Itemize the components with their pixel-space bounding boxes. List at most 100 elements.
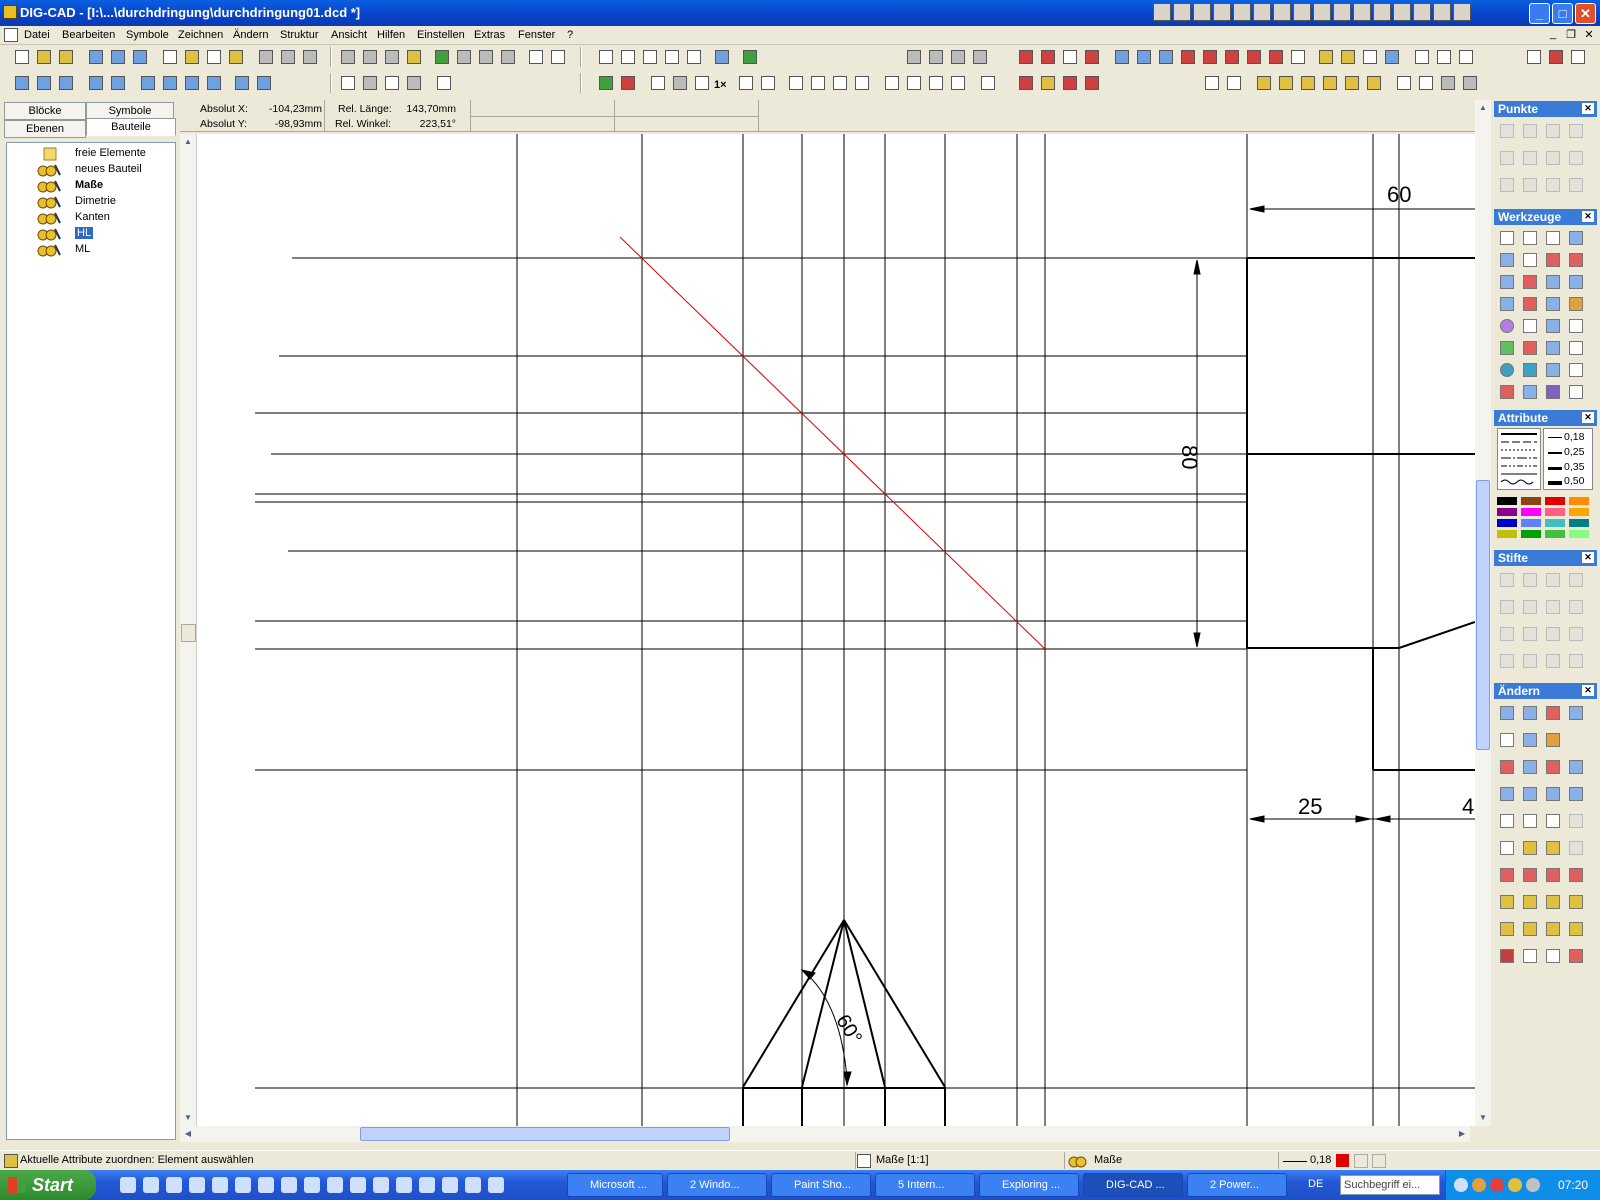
insert-icon[interactable] (1566, 382, 1586, 402)
menu-einstellen[interactable]: Einstellen (417, 29, 465, 41)
paste-icon[interactable] (382, 47, 402, 67)
line-width-option[interactable]: 0,25 (1564, 446, 1584, 458)
task-microsoft[interactable]: Microsoft ... (567, 1173, 663, 1197)
import-icon[interactable] (182, 47, 202, 67)
copy-icon[interactable] (360, 47, 380, 67)
tile-icon[interactable] (1434, 47, 1454, 67)
modify-tool-icon[interactable] (1520, 811, 1540, 831)
book-icon[interactable] (160, 47, 180, 67)
edit-2-icon[interactable] (1520, 250, 1540, 270)
select-icon[interactable] (338, 73, 358, 93)
part-6-icon[interactable] (1364, 73, 1384, 93)
view-4-icon[interactable] (948, 73, 968, 93)
paint-icon[interactable] (1038, 73, 1058, 93)
scroll-thumb[interactable] (360, 1127, 730, 1141)
line-width-selector[interactable]: 0,18 0,25 0,35 0,50 (1543, 428, 1593, 490)
arc-icon[interactable] (1497, 338, 1517, 358)
modify-tool-icon[interactable] (1543, 730, 1563, 750)
array-icon[interactable] (1222, 47, 1242, 67)
modify-tool-icon[interactable] (1497, 946, 1517, 966)
select-all-icon[interactable] (360, 73, 380, 93)
hatch-icon[interactable] (1360, 47, 1380, 67)
line-width-option[interactable]: 0,35 (1564, 461, 1584, 473)
modify-tool-icon[interactable] (1543, 757, 1563, 777)
edit-part-icon[interactable] (1224, 73, 1244, 93)
zoom-2-icon[interactable] (808, 73, 828, 93)
modify-tool-icon[interactable] (1543, 892, 1563, 912)
modify-tool-icon[interactable] (1520, 784, 1540, 804)
text-style-icon[interactable] (1060, 73, 1080, 93)
axis-icon[interactable] (618, 47, 638, 67)
part-2-icon[interactable] (1276, 73, 1296, 93)
measure-icon[interactable] (434, 73, 454, 93)
ellipse-icon[interactable] (1497, 360, 1517, 380)
mail-icon[interactable] (226, 47, 246, 67)
stretch-tool-icon[interactable] (1566, 338, 1586, 358)
layer-down-icon[interactable] (34, 73, 54, 93)
eraser-icon[interactable] (1543, 228, 1563, 248)
drawing-canvas[interactable]: 60 80 25 4 60° (197, 134, 1475, 1126)
context-help-icon[interactable] (1524, 47, 1544, 67)
quicklaunch-icon[interactable] (419, 1177, 435, 1193)
step-in-icon[interactable] (526, 47, 546, 67)
color-swatch[interactable] (1521, 497, 1541, 505)
move-icon[interactable] (1156, 47, 1176, 67)
modify-tool-icon[interactable] (1497, 703, 1517, 723)
chart-tool-icon[interactable] (1060, 47, 1080, 67)
search-input[interactable]: Suchbegriff ei... (1340, 1175, 1440, 1195)
cancel-icon[interactable] (476, 47, 496, 67)
modify-tool-icon[interactable] (1520, 919, 1540, 939)
maximize-button[interactable]: □ (1552, 3, 1573, 24)
zoom-4-icon[interactable] (852, 73, 872, 93)
task-internet[interactable]: 5 Intern... (875, 1173, 975, 1197)
menu-help[interactable]: ? (567, 29, 573, 41)
info-icon[interactable] (1568, 47, 1588, 67)
menu-aendern[interactable]: Ändern (233, 29, 268, 41)
columns-icon[interactable] (182, 73, 202, 93)
status-layer[interactable]: Maße [1:1] (876, 1154, 929, 1166)
circle-icon[interactable] (1497, 316, 1517, 336)
mdi-restore-button[interactable]: ❐ (1564, 28, 1578, 42)
extend-icon[interactable] (1266, 47, 1286, 67)
part-tool-icon[interactable] (1394, 73, 1414, 93)
arrow-right-icon[interactable] (86, 73, 106, 93)
task-paint-shop[interactable]: Paint Sho... (771, 1173, 871, 1197)
part-3-icon[interactable] (1298, 73, 1318, 93)
window-icon[interactable] (1412, 47, 1432, 67)
part-4-icon[interactable] (1320, 73, 1340, 93)
scroll-down-icon[interactable]: ▼ (1475, 1110, 1491, 1126)
menu-symbole[interactable]: Symbole (126, 29, 169, 41)
trim-icon[interactable] (1244, 47, 1264, 67)
status-line-width[interactable]: 0,18 (1310, 1154, 1331, 1166)
task-powerpoint[interactable]: 2 Power... (1187, 1173, 1287, 1197)
task-windows[interactable]: 2 Windo... (667, 1173, 767, 1197)
zoom-window-icon[interactable] (758, 73, 778, 93)
quicklaunch-icon[interactable] (281, 1177, 297, 1193)
modify-tool-icon[interactable] (1520, 838, 1540, 858)
offset-icon[interactable] (1543, 272, 1563, 292)
color-swatch[interactable] (1497, 519, 1517, 527)
close-button[interactable]: ✕ (1575, 3, 1596, 24)
ungroup-icon[interactable] (1338, 47, 1358, 67)
modify-tool-icon[interactable] (1543, 865, 1563, 885)
modify-tool-icon[interactable] (1520, 946, 1540, 966)
grid-icon[interactable] (640, 47, 660, 67)
color-swatch[interactable] (1569, 530, 1589, 538)
quicklaunch-icon[interactable] (442, 1177, 458, 1193)
color-swatch[interactable] (1521, 519, 1541, 527)
edit-1-icon[interactable] (1520, 228, 1540, 248)
align-icon[interactable] (160, 73, 180, 93)
modify-tool-icon[interactable] (1566, 757, 1586, 777)
modify-tool-icon[interactable] (1497, 730, 1517, 750)
modify-tool-icon[interactable] (1497, 865, 1517, 885)
hand-icon[interactable] (1566, 316, 1586, 336)
close-icon[interactable]: ✕ (1582, 211, 1594, 222)
modify-tool-icon[interactable] (1497, 784, 1517, 804)
modify-tool-icon[interactable] (1543, 811, 1563, 831)
menu-zeichnen[interactable]: Zeichnen (178, 29, 223, 41)
scroll-thumb[interactable] (181, 624, 196, 642)
modify-tool-icon[interactable] (1520, 703, 1540, 723)
plot-icon[interactable] (300, 47, 320, 67)
crosshair-icon[interactable] (596, 47, 616, 67)
scroll-down-icon[interactable]: ▼ (180, 1110, 196, 1126)
